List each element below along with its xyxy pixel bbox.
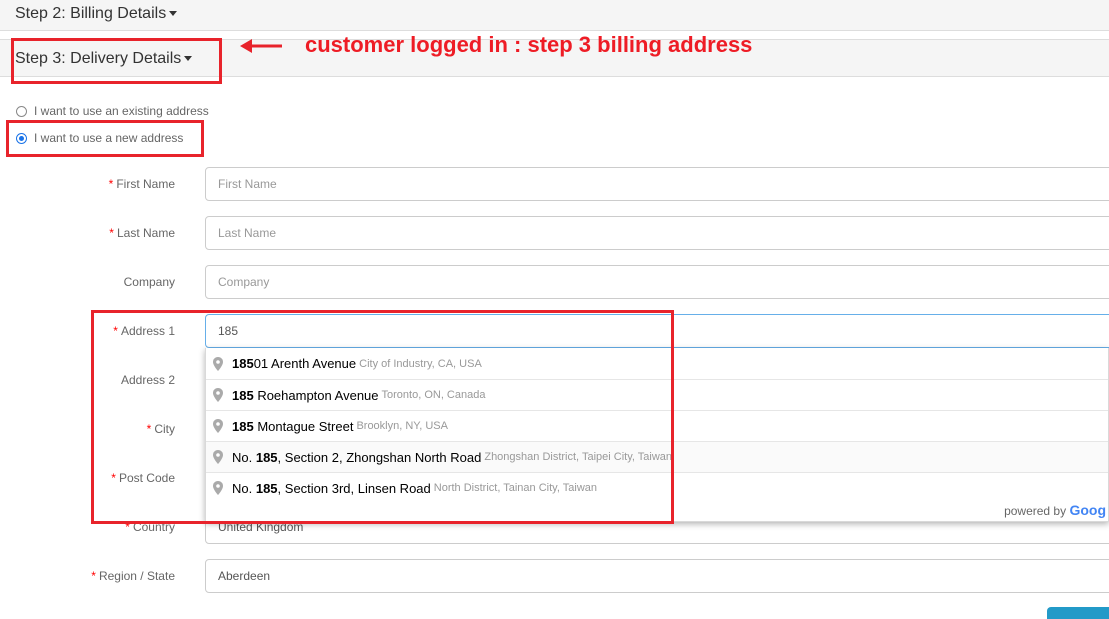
existing-address-option[interactable]: I want to use an existing address <box>16 104 209 118</box>
annotation-box-new-address <box>6 120 204 157</box>
caret-down-icon <box>169 11 178 17</box>
company-input[interactable]: Company <box>205 265 1109 299</box>
last-name-input[interactable]: Last Name <box>205 216 1109 250</box>
arrow-left-icon <box>240 39 282 53</box>
existing-address-label: I want to use an existing address <box>34 104 209 118</box>
google-logo: Goog <box>1069 502 1106 518</box>
first-name-input[interactable]: First Name <box>205 167 1109 201</box>
step2-heading[interactable]: Step 2: Billing Details <box>0 0 1109 31</box>
step2-title[interactable]: Step 2: Billing Details <box>15 5 166 22</box>
company-label: Company <box>123 275 175 289</box>
annotation-text: customer logged in : step 3 billing addr… <box>305 32 753 57</box>
last-name-label: * Last Name <box>109 226 175 240</box>
region-select[interactable]: Aberdeen <box>205 559 1109 593</box>
annotation-box-autocomplete <box>91 310 674 524</box>
region-label: * Region / State <box>91 569 175 583</box>
continue-button[interactable] <box>1047 607 1109 619</box>
annotation-box-step3 <box>11 38 222 84</box>
existing-address-radio[interactable] <box>16 105 27 117</box>
powered-by-google: powered by Goog <box>1004 502 1106 518</box>
first-name-label: * First Name <box>108 177 175 191</box>
